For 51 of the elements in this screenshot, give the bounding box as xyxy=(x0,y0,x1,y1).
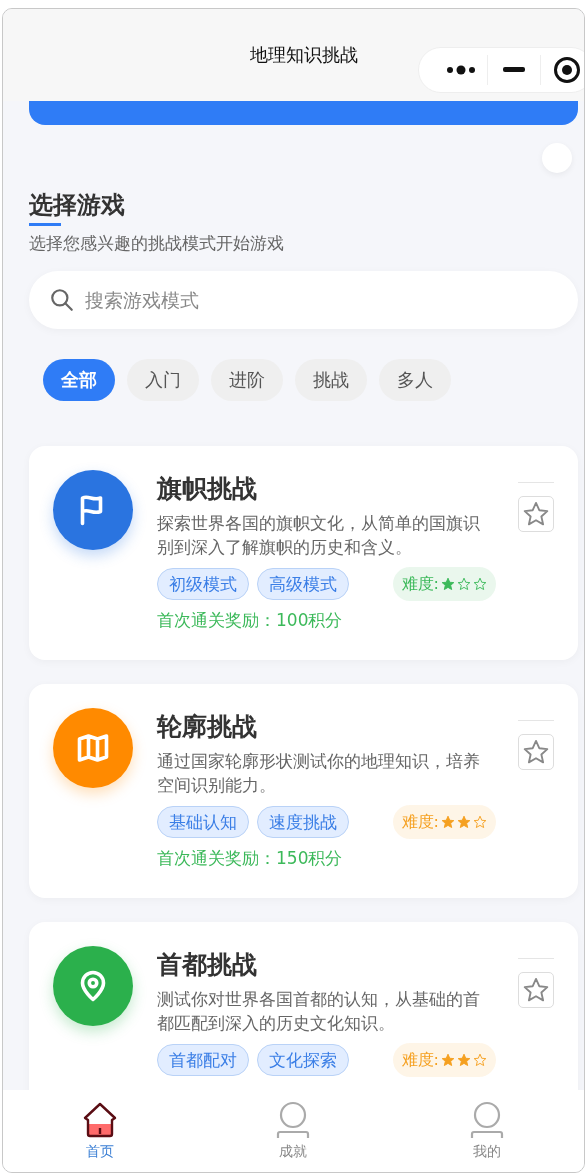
game-title: 首都挑战 xyxy=(157,949,258,981)
difficulty-label: 难度: xyxy=(401,1049,439,1071)
difficulty-label: 难度: xyxy=(401,573,439,595)
search-field[interactable]: 搜索游戏模式 xyxy=(29,271,578,329)
filter-chip[interactable]: 全部 xyxy=(43,359,115,401)
empty-star-icon xyxy=(473,815,487,829)
difficulty-label: 难度: xyxy=(401,811,439,833)
empty-star-icon xyxy=(457,577,471,591)
game-title: 旗帜挑战 xyxy=(157,473,258,505)
empty-star-icon xyxy=(473,1053,487,1067)
game-description: 通过国家轮廓形状测试你的地理知识，培养空间识别能力。 xyxy=(157,750,481,797)
star-icon xyxy=(522,738,550,766)
mode-tag: 首都配对 xyxy=(157,1044,249,1076)
tab-bar-item[interactable]: 成就 xyxy=(248,1101,339,1161)
star-icon xyxy=(522,500,550,528)
mode-tag: 文化探索 xyxy=(257,1044,349,1076)
game-card[interactable]: 轮廓挑战 通过国家轮廓形状测试你的地理知识，培养空间识别能力。 基础认知 速度挑战 难度: 首次通关奖励：150积分 xyxy=(29,684,578,898)
favorite-button[interactable] xyxy=(518,972,554,1008)
game-description: 探索世界各国的旗帜文化，从简单的国旗识别到深入了解旗帜的历史和含义。 xyxy=(157,512,481,559)
more-icon[interactable] xyxy=(446,65,476,75)
reward-text: 首次通关奖励：150积分 xyxy=(157,847,344,870)
tab-bar-item[interactable]: 首页 xyxy=(54,1101,145,1161)
reward-text: 首次通关奖励：100积分 xyxy=(157,609,344,632)
filter-chip[interactable]: 挑战 xyxy=(295,359,367,401)
favorite-button[interactable] xyxy=(518,734,554,770)
filled-star-icon xyxy=(457,1053,471,1067)
filled-star-icon xyxy=(441,577,455,591)
filled-star-icon xyxy=(441,815,455,829)
favorite-button[interactable] xyxy=(518,496,554,532)
star-icon xyxy=(522,976,550,1004)
search-icon xyxy=(49,287,75,313)
filled-star-icon xyxy=(457,815,471,829)
mode-tag: 基础认知 xyxy=(157,806,249,838)
game-card[interactable]: 首都挑战 测试你对世界各国首都的认知，从基础的首都匹配到深入的历史文化知识。 首都配对 文化探索 难度: xyxy=(29,922,578,1090)
tab-bar-item[interactable]: 我的 xyxy=(442,1101,533,1161)
filter-chip[interactable]: 进阶 xyxy=(211,359,283,401)
section-subtitle: 选择您感兴趣的挑战模式开始游戏 xyxy=(29,232,285,255)
empty-star-icon xyxy=(473,577,487,591)
game-description: 测试你对世界各国首都的认知，从基础的首都匹配到深入的历史文化知识。 xyxy=(157,988,481,1035)
game-card[interactable]: 旗帜挑战 探索世界各国的旗帜文化，从简单的国旗识别到深入了解旗帜的历史和含义。 初级模式 高级模式 难度: 首次通关奖励：100积分 xyxy=(29,446,578,660)
mode-tag: 高级模式 xyxy=(257,568,349,600)
filter-chip[interactable]: 入门 xyxy=(127,359,199,401)
minimize-icon[interactable] xyxy=(503,67,525,73)
section-title: 选择游戏 xyxy=(29,189,125,226)
mode-tag: 速度挑战 xyxy=(257,806,349,838)
game-title: 轮廓挑战 xyxy=(157,711,258,743)
filled-star-icon xyxy=(441,1053,455,1067)
close-icon[interactable] xyxy=(553,56,581,84)
filter-chip[interactable]: 多人 xyxy=(379,359,451,401)
window-title: 地理知识挑战 xyxy=(249,43,358,67)
mode-tag: 初级模式 xyxy=(157,568,249,600)
